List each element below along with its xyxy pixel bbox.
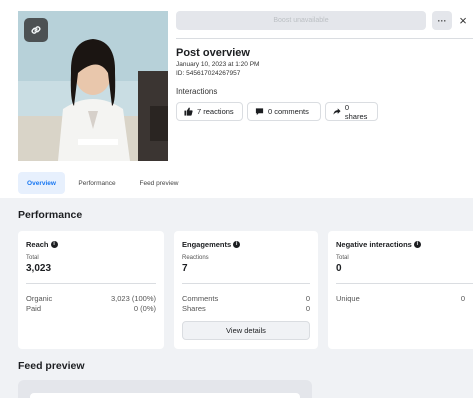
shares-count: 0 shares — [344, 102, 368, 121]
row-value: 0 — [305, 304, 310, 313]
negative-title-wrap: Negative interactions i — [336, 240, 421, 249]
negative-title: Negative interactions — [336, 240, 412, 249]
card-divider — [26, 283, 156, 284]
engagements-card: Engagements i Reactions 7 Comments 0 Sha… — [174, 231, 318, 349]
feed-preview-heading: Feed preview — [18, 360, 85, 372]
row-label: Paid — [26, 304, 42, 313]
comments-chip[interactable]: 0 comments — [247, 102, 321, 121]
card-divider — [336, 283, 473, 284]
shares-chip[interactable]: 0 shares — [325, 102, 378, 121]
engagements-value: 7 — [182, 263, 188, 274]
engagements-title: Engagements — [182, 240, 232, 249]
post-title: Post overview — [176, 47, 250, 59]
more-options-button[interactable]: ··· — [432, 11, 452, 30]
info-icon[interactable]: i — [413, 241, 421, 248]
link-icon — [24, 18, 48, 42]
reach-card: Reach i Total 3,023 Organic 3,023 (100%)… — [18, 231, 164, 349]
header-divider — [176, 38, 473, 39]
row-label: Unique — [336, 294, 360, 303]
reach-row-paid: Paid 0 (0%) — [26, 304, 156, 313]
boost-button[interactable]: Boost unavailable — [176, 11, 426, 30]
negative-row-unique: Unique 0 — [336, 294, 465, 303]
feed-preview-post — [30, 393, 300, 398]
tab-feed-preview[interactable]: Feed preview — [130, 172, 188, 194]
interactions-label: Interactions — [176, 87, 218, 96]
tab-overview[interactable]: Overview — [18, 172, 65, 194]
row-label: Comments — [182, 294, 219, 303]
close-button[interactable]: × — [455, 11, 471, 30]
performance-heading: Performance — [18, 209, 83, 221]
row-value: 0 — [460, 294, 465, 303]
negative-sub-label: Total — [336, 255, 349, 261]
post-id: ID: 545617024267957 — [176, 70, 241, 77]
tab-performance[interactable]: Performance — [70, 172, 124, 194]
post-date: January 10, 2023 at 1:20 PM — [176, 61, 260, 68]
row-value: 0 (0%) — [133, 304, 156, 313]
share-icon — [333, 108, 341, 115]
engagements-row-shares: Shares 0 — [182, 304, 310, 313]
row-value: 3,023 (100%) — [110, 294, 156, 303]
reach-title: Reach — [26, 240, 49, 249]
reach-title-wrap: Reach i — [26, 240, 58, 249]
row-label: Organic — [26, 294, 53, 303]
reach-value: 3,023 — [26, 263, 52, 274]
reach-row-organic: Organic 3,023 (100%) — [26, 294, 156, 303]
thumbs-up-icon — [184, 107, 193, 116]
reactions-chip[interactable]: 7 reactions — [176, 102, 243, 121]
info-icon[interactable]: i — [50, 241, 58, 248]
info-icon[interactable]: i — [233, 241, 241, 248]
engagements-row-comments: Comments 0 — [182, 294, 310, 303]
reach-sub-label: Total — [26, 255, 39, 261]
row-value: 0 — [305, 294, 310, 303]
view-details-button[interactable]: View details — [182, 321, 310, 340]
comments-count: 0 comments — [268, 107, 309, 116]
engagements-sub-label: Reactions — [182, 255, 209, 261]
row-label: Shares — [182, 304, 206, 313]
negative-value: 0 — [336, 263, 342, 274]
negative-interactions-card: Negative interactions i Total 0 Unique 0 — [328, 231, 473, 349]
card-divider — [182, 283, 310, 284]
engagements-title-wrap: Engagements i — [182, 240, 241, 249]
reactions-count: 7 reactions — [197, 107, 234, 116]
comment-icon — [255, 108, 264, 116]
